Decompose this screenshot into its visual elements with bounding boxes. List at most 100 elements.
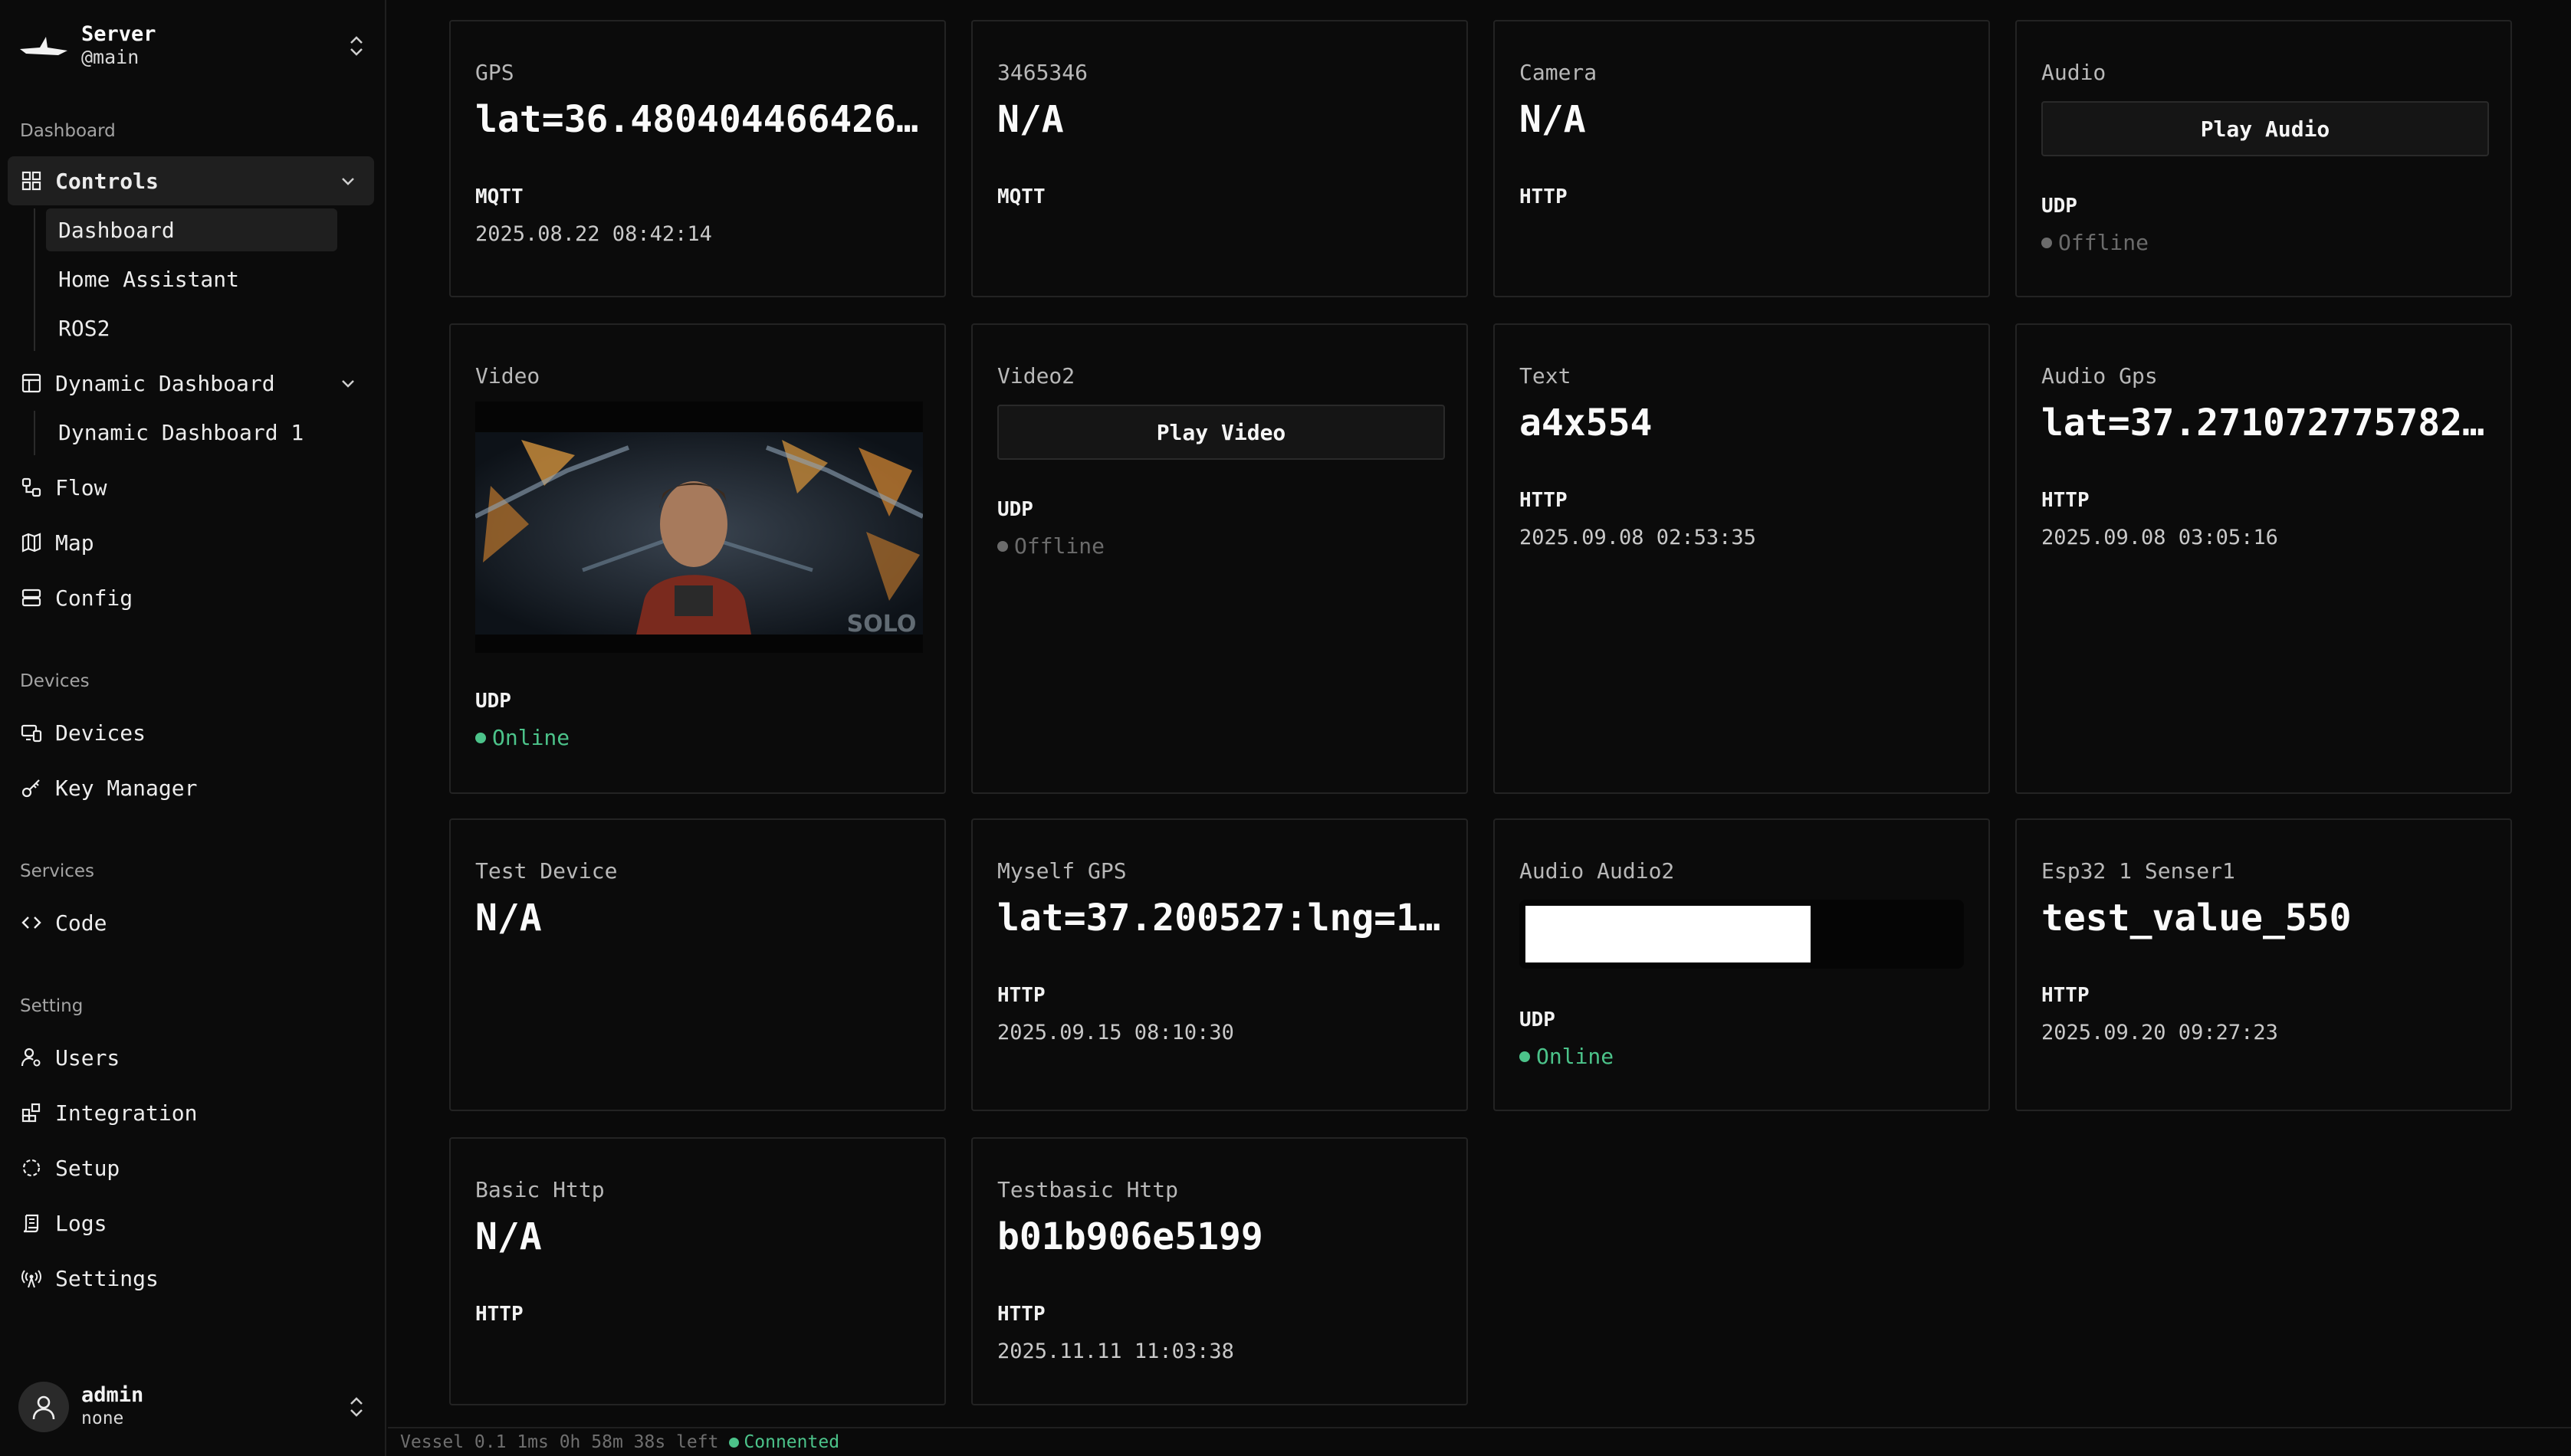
sidebar-item-devices[interactable]: Devices — [8, 708, 374, 757]
chevron-down-icon[interactable] — [337, 372, 359, 394]
sidebar-item-label: Users — [55, 1044, 120, 1071]
user-role: none — [81, 1408, 124, 1428]
sidebar-item-label: Code — [55, 910, 107, 936]
card-value: N/A — [475, 897, 542, 940]
card-protocol: HTTP — [2041, 984, 2090, 1007]
card-protocol: UDP — [1519, 1008, 1555, 1031]
status-badge: Online — [475, 725, 570, 750]
group-label-dashboard: Dashboard — [20, 121, 116, 141]
card-protocol: HTTP — [2041, 489, 2090, 512]
sidebar-item-label: Key Manager — [55, 775, 198, 801]
sidebar-item-label: Devices — [55, 720, 146, 746]
card-protocol: HTTP — [997, 984, 1046, 1007]
sidebar-item-flow[interactable]: Flow — [8, 463, 374, 512]
sidebar-item-label: Dynamic Dashboard — [55, 370, 275, 396]
card-audio-gps: Audio Gps lat=37.271072775782… HTTP 2025… — [2015, 323, 2512, 794]
card-3465346: 3465346 N/A MQTT — [971, 20, 1468, 297]
map-icon — [20, 531, 43, 554]
scroll-text-icon — [20, 1212, 43, 1235]
card-protocol: UDP — [997, 498, 1033, 521]
sidebar-subitem-dynamic-dashboard-1[interactable]: Dynamic Dashboard 1 — [46, 411, 337, 454]
chevron-updown-icon — [350, 36, 363, 56]
card-label: GPS — [475, 60, 514, 85]
card-label: Audio Audio2 — [1519, 858, 1675, 884]
radio-tower-icon — [20, 1267, 43, 1290]
card-protocol: UDP — [2041, 195, 2077, 218]
video-player[interactable]: SOLO — [475, 402, 923, 653]
workspace-switcher[interactable]: Server @main — [18, 20, 368, 72]
user-name: admin — [81, 1383, 144, 1407]
sidebar-subitem-home-assistant[interactable]: Home Assistant — [46, 257, 337, 300]
card-label: Audio Gps — [2041, 363, 2158, 389]
audio-level-fill — [1525, 906, 1811, 962]
card-audio-audio2: Audio Audio2 UDP Online — [1493, 818, 1990, 1111]
connection-status: Connented — [744, 1432, 840, 1452]
status-text: Online — [1536, 1044, 1614, 1069]
status-bar-text: Vessel 0.1 1ms 0h 58m 38s left — [400, 1432, 719, 1452]
sidebar-item-settings[interactable]: Settings — [8, 1254, 374, 1303]
card-protocol: HTTP — [475, 1303, 524, 1326]
layout-icon — [20, 372, 43, 395]
play-audio-button[interactable]: Play Audio — [2041, 101, 2489, 156]
sidebar-item-config[interactable]: Config — [8, 573, 374, 622]
card-gps: GPS lat=36.480404466426… MQTT 2025.08.22… — [449, 20, 946, 297]
card-timestamp: 2025.09.08 03:05:16 — [2041, 526, 2278, 549]
card-label: Audio — [2041, 60, 2106, 85]
card-timestamp: 2025.09.20 09:27:23 — [2041, 1021, 2278, 1044]
chevron-updown-icon — [350, 1397, 363, 1417]
card-camera: Camera N/A HTTP — [1493, 20, 1990, 297]
sidebar-item-integration[interactable]: Integration — [8, 1088, 374, 1137]
sidebar-item-code[interactable]: Code — [8, 898, 374, 947]
sidebar-item-users[interactable]: Users — [8, 1033, 374, 1082]
play-video-button[interactable]: Play Video — [997, 405, 1445, 460]
sidebar-item-key-manager[interactable]: Key Manager — [8, 763, 374, 812]
sidebar-subitem-ros2[interactable]: ROS2 — [46, 307, 337, 349]
card-value: a4x554 — [1519, 402, 1653, 444]
card-label: Esp32 1 Senser1 — [2041, 858, 2235, 884]
chevron-down-icon[interactable] — [337, 170, 359, 192]
card-protocol: HTTP — [1519, 489, 1568, 512]
user-cog-icon — [20, 1046, 43, 1069]
sidebar-item-controls[interactable]: Controls — [8, 156, 374, 205]
card-label: Text — [1519, 363, 1571, 389]
status-badge: Offline — [2041, 230, 2149, 255]
card-timestamp: 2025.09.08 02:53:35 — [1519, 526, 1756, 549]
sidebar-subitem-dashboard[interactable]: Dashboard — [46, 208, 337, 251]
card-value: lat=37.271072775782… — [2041, 402, 2484, 444]
user-menu[interactable]: admin none — [18, 1376, 368, 1438]
sidebar-item-setup[interactable]: Setup — [8, 1143, 374, 1192]
card-protocol: HTTP — [1519, 185, 1568, 208]
sidebar-item-dynamic-dashboard[interactable]: Dynamic Dashboard — [8, 359, 374, 408]
card-protocol: MQTT — [997, 185, 1046, 208]
database-icon — [20, 586, 43, 609]
boat-logo-icon — [20, 37, 67, 55]
sidebar-item-label: Settings — [55, 1265, 159, 1291]
sidebar-item-label: Logs — [55, 1210, 107, 1236]
status-dot — [2041, 237, 2052, 248]
status-dot — [997, 540, 1008, 552]
connection-dot — [729, 1437, 740, 1448]
video-frame-image: SOLO — [475, 402, 923, 653]
sidebar-item-map[interactable]: Map — [8, 518, 374, 567]
workflow-icon — [20, 476, 43, 499]
submenu-line — [34, 411, 35, 455]
card-timestamp: 2025.08.22 08:42:14 — [475, 222, 712, 246]
status-text: Offline — [1014, 533, 1105, 559]
status-bar: Vessel 0.1 1ms 0h 58m 38s left Connented — [388, 1427, 2571, 1456]
sidebar-item-label: Controls — [55, 168, 159, 194]
sidebar-item-label: Setup — [55, 1155, 120, 1181]
card-protocol: HTTP — [997, 1303, 1046, 1326]
sidebar-item-logs[interactable]: Logs — [8, 1199, 374, 1248]
card-label: 3465346 — [997, 60, 1088, 85]
monitor-smartphone-icon — [20, 721, 43, 744]
card-value: lat=37.200527:lng=1… — [997, 897, 1440, 940]
sidebar-item-label: Flow — [55, 474, 107, 500]
card-value: N/A — [997, 98, 1064, 141]
card-protocol: UDP — [475, 690, 511, 713]
card-text: Text a4x554 HTTP 2025.09.08 02:53:35 — [1493, 323, 1990, 794]
card-timestamp: 2025.11.11 11:03:38 — [997, 1340, 1234, 1363]
card-myself-gps: Myself GPS lat=37.200527:lng=1… HTTP 202… — [971, 818, 1468, 1111]
card-value: b01b906e5199 — [997, 1215, 1263, 1258]
card-label: Test Device — [475, 858, 618, 884]
sidebar-item-label: Config — [55, 585, 133, 611]
